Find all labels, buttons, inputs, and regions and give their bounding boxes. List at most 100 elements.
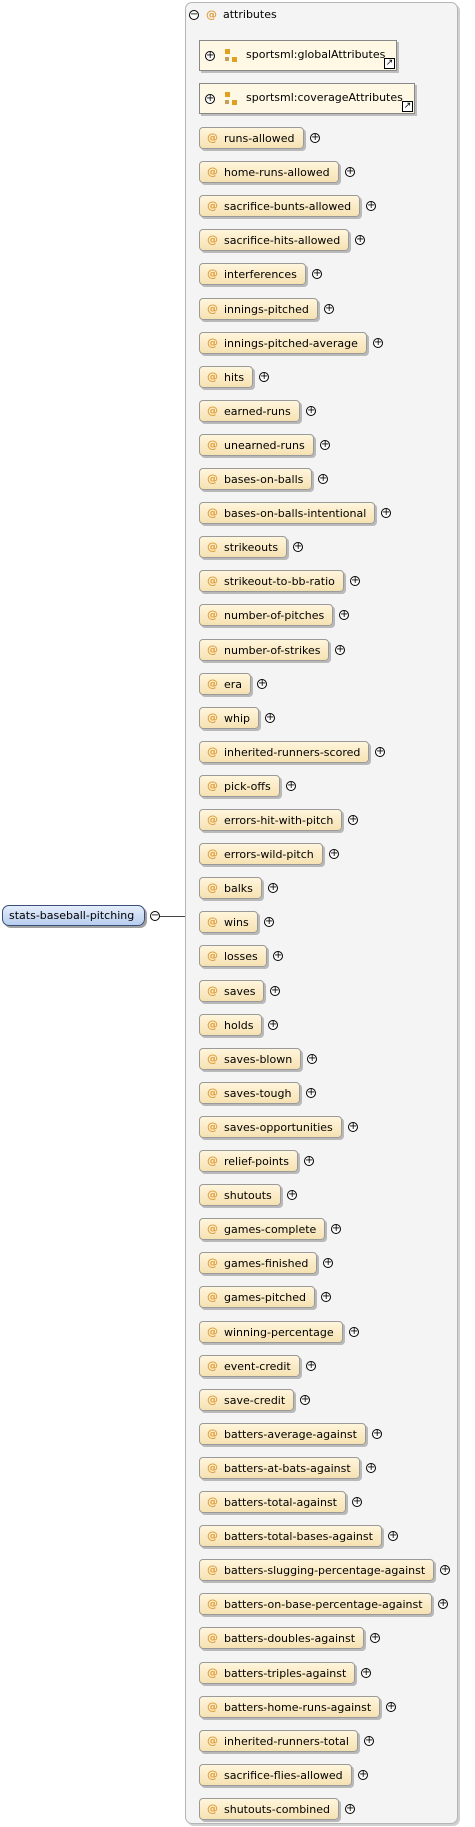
expand-icon[interactable]: + [364, 1736, 374, 1746]
attribute-item[interactable]: @ interferences [199, 263, 306, 285]
expand-icon[interactable]: + [348, 1122, 358, 1132]
attribute-item[interactable]: @ games-pitched [199, 1286, 315, 1308]
attribute-item[interactable]: @ saves-tough [199, 1082, 300, 1104]
attribute-item[interactable]: @ holds [199, 1014, 262, 1036]
expand-icon[interactable]: + [310, 133, 320, 143]
expand-icon[interactable]: + [345, 167, 355, 177]
expand-icon[interactable]: + [264, 917, 274, 927]
collapse-icon[interactable]: − [150, 911, 160, 921]
expand-icon[interactable]: + [349, 1327, 359, 1337]
expand-icon[interactable]: + [370, 1633, 380, 1643]
attribute-item[interactable]: @ batters-home-runs-against [199, 1696, 380, 1718]
expand-icon[interactable]: + [388, 1531, 398, 1541]
attribute-item[interactable]: @ wins [199, 911, 258, 933]
expand-icon[interactable]: + [205, 94, 215, 104]
expand-icon[interactable]: + [286, 781, 296, 791]
expand-icon[interactable]: + [355, 235, 365, 245]
attribute-item[interactable]: @ number-of-pitches [199, 604, 333, 626]
expand-icon[interactable]: + [300, 1395, 310, 1405]
attribute-item[interactable]: @ bases-on-balls [199, 468, 312, 490]
expand-icon[interactable]: + [361, 1668, 371, 1678]
attribute-item[interactable]: @ balks [199, 877, 262, 899]
expand-icon[interactable]: + [331, 1224, 341, 1234]
attribute-item[interactable]: @ batters-triples-against [199, 1662, 355, 1684]
attribute-item[interactable]: @ winning-percentage [199, 1321, 343, 1343]
attribute-item[interactable]: @ number-of-strikes [199, 639, 329, 661]
attribute-item[interactable]: @ strikeouts [199, 536, 287, 558]
attribute-item[interactable]: @ era [199, 673, 251, 695]
expand-icon[interactable]: + [366, 201, 376, 211]
expand-icon[interactable]: + [259, 372, 269, 382]
attribute-item[interactable]: @ batters-slugging-percentage-against [199, 1559, 434, 1581]
expand-icon[interactable]: + [345, 1804, 355, 1814]
expand-icon[interactable]: + [335, 645, 345, 655]
expand-icon[interactable]: + [265, 713, 275, 723]
expand-icon[interactable]: + [440, 1565, 450, 1575]
expand-icon[interactable]: + [270, 986, 280, 996]
attribute-item[interactable]: @ saves-blown [199, 1048, 301, 1070]
expand-icon[interactable]: + [312, 269, 322, 279]
expand-icon[interactable]: + [339, 610, 349, 620]
expand-icon[interactable]: + [348, 815, 358, 825]
expand-icon[interactable]: + [306, 1088, 316, 1098]
attribute-item[interactable]: @ strikeout-to-bb-ratio [199, 570, 344, 592]
expand-icon[interactable]: + [306, 406, 316, 416]
attribute-group[interactable]: + sportsml:globalAttributes ↗ [199, 40, 397, 71]
expand-icon[interactable]: + [386, 1702, 396, 1712]
attribute-item[interactable]: @ bases-on-balls-intentional [199, 502, 375, 524]
expand-icon[interactable]: + [320, 440, 330, 450]
attribute-item[interactable]: @ hits [199, 366, 253, 388]
expand-icon[interactable]: + [287, 1190, 297, 1200]
attribute-item[interactable]: @ home-runs-allowed [199, 161, 339, 183]
expand-icon[interactable]: + [307, 1054, 317, 1064]
attribute-item[interactable]: @ batters-total-against [199, 1491, 346, 1513]
attribute-item[interactable]: @ inherited-runners-scored [199, 741, 369, 763]
expand-icon[interactable]: + [329, 849, 339, 859]
attribute-item[interactable]: @ unearned-runs [199, 434, 314, 456]
attribute-item[interactable]: @ games-complete [199, 1218, 325, 1240]
expand-icon[interactable]: + [438, 1599, 448, 1609]
jump-to-definition-icon[interactable]: ↗ [384, 58, 395, 69]
attribute-item[interactable]: @ games-finished [199, 1252, 317, 1274]
expand-icon[interactable]: + [358, 1770, 368, 1780]
attribute-item[interactable]: @ losses [199, 945, 267, 967]
expand-icon[interactable]: + [366, 1463, 376, 1473]
attribute-item[interactable]: @ saves-opportunities [199, 1116, 342, 1138]
expand-icon[interactable]: + [350, 576, 360, 586]
attribute-item[interactable]: @ batters-average-against [199, 1423, 366, 1445]
attribute-item[interactable]: @ whip [199, 707, 259, 729]
attribute-item[interactable]: @ innings-pitched [199, 298, 318, 320]
attribute-item[interactable]: @ shutouts [199, 1184, 281, 1206]
expand-icon[interactable]: + [323, 1258, 333, 1268]
expand-icon[interactable]: + [375, 747, 385, 757]
expand-icon[interactable]: + [373, 338, 383, 348]
attribute-item[interactable]: @ shutouts-combined [199, 1798, 339, 1820]
attribute-group[interactable]: + sportsml:coverageAttributes ↗ [199, 83, 415, 114]
expand-icon[interactable]: + [304, 1156, 314, 1166]
attribute-item[interactable]: @ batters-on-base-percentage-against [199, 1593, 432, 1615]
expand-icon[interactable]: + [324, 304, 334, 314]
attribute-item[interactable]: @ earned-runs [199, 400, 300, 422]
attribute-item[interactable]: @ errors-hit-with-pitch [199, 809, 342, 831]
expand-icon[interactable]: + [381, 508, 391, 518]
attribute-item[interactable]: @ innings-pitched-average [199, 332, 367, 354]
attribute-item[interactable]: @ event-credit [199, 1355, 300, 1377]
expand-icon[interactable]: + [352, 1497, 362, 1507]
expand-icon[interactable]: + [257, 679, 267, 689]
attribute-item[interactable]: @ runs-allowed [199, 127, 304, 149]
attribute-item[interactable]: @ inherited-runners-total [199, 1730, 358, 1752]
expand-icon[interactable]: + [205, 51, 215, 61]
expand-icon[interactable]: + [273, 951, 283, 961]
expand-icon[interactable]: + [372, 1429, 382, 1439]
attribute-item[interactable]: @ batters-doubles-against [199, 1627, 364, 1649]
expand-icon[interactable]: + [306, 1361, 316, 1371]
expand-icon[interactable]: + [293, 542, 303, 552]
attribute-item[interactable]: @ errors-wild-pitch [199, 843, 323, 865]
attribute-item[interactable]: @ relief-points [199, 1150, 298, 1172]
expand-icon[interactable]: + [268, 1020, 278, 1030]
attribute-item[interactable]: @ save-credit [199, 1389, 294, 1411]
attribute-item[interactable]: @ pick-offs [199, 775, 280, 797]
attribute-item[interactable]: @ batters-at-bats-against [199, 1457, 360, 1479]
attribute-item[interactable]: @ batters-total-bases-against [199, 1525, 382, 1547]
collapse-icon[interactable]: − [189, 10, 199, 20]
